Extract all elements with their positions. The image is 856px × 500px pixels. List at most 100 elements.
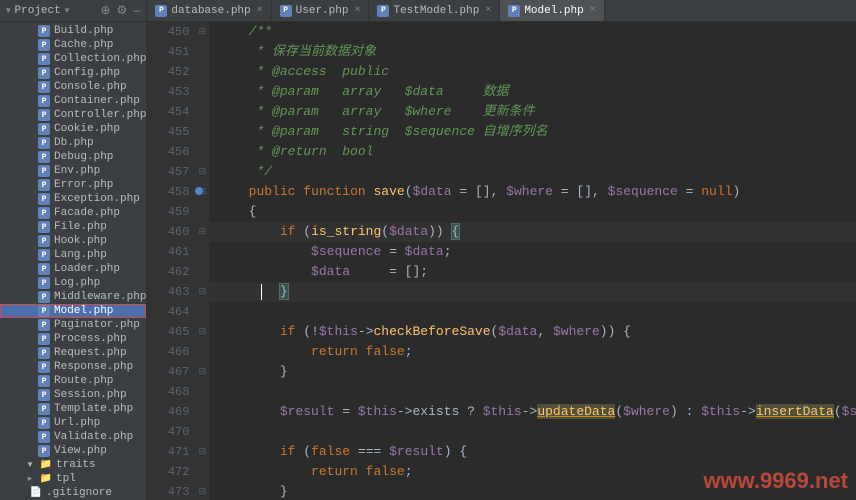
tree-folder-tpl[interactable]: tpl — [0, 472, 146, 486]
tree-item-hook-php[interactable]: Hook.php — [0, 234, 146, 248]
line-number[interactable]: 456 — [147, 142, 189, 162]
line-number[interactable]: 473 — [147, 482, 189, 500]
code-line-455[interactable]: * @param string $sequence 自增序列名 — [209, 122, 856, 142]
tree-folder-traits[interactable]: traits — [0, 458, 146, 472]
locate-icon[interactable]: ⊕ — [100, 3, 110, 18]
tab-close-icon[interactable]: × — [590, 5, 596, 16]
code-line-450[interactable]: /** — [209, 22, 856, 42]
code-line-459[interactable]: { — [209, 202, 856, 222]
tree-item--gitignore[interactable]: .gitignore — [0, 486, 146, 500]
tree-item-file-php[interactable]: File.php — [0, 220, 146, 234]
tree-item-loader-php[interactable]: Loader.php — [0, 262, 146, 276]
line-number[interactable]: 462 — [147, 262, 189, 282]
line-number[interactable]: 469 — [147, 402, 189, 422]
tab-close-icon[interactable]: × — [485, 5, 491, 16]
gear-icon[interactable]: ⚙ — [116, 3, 127, 18]
code-editor[interactable]: 4504514524534544554564574584594604614624… — [147, 22, 856, 500]
tree-item-facade-php[interactable]: Facade.php — [0, 206, 146, 220]
tree-item-build-php[interactable]: Build.php — [0, 24, 146, 38]
code-line-457[interactable]: */ — [209, 162, 856, 182]
fold-toggle[interactable]: ⊟ — [195, 162, 209, 182]
tree-item-db-php[interactable]: Db.php — [0, 136, 146, 150]
tree-item-url-php[interactable]: Url.php — [0, 416, 146, 430]
fold-toggle[interactable]: ⊟ — [195, 442, 209, 462]
line-number[interactable]: 467 — [147, 362, 189, 382]
tree-item-controller-php[interactable]: Controller.php — [0, 108, 146, 122]
line-number[interactable]: 451 — [147, 42, 189, 62]
code-line-464[interactable] — [209, 302, 856, 322]
code-line-465[interactable]: if (!$this->checkBeforeSave($data, $wher… — [209, 322, 856, 342]
line-number[interactable]: 466 — [147, 342, 189, 362]
code-line-470[interactable] — [209, 422, 856, 442]
fold-toggle[interactable]: ⊟ — [195, 282, 209, 302]
code-line-458[interactable]: public function save($data = [], $where … — [209, 182, 856, 202]
line-number[interactable]: 458 — [147, 182, 189, 202]
tree-item-cookie-php[interactable]: Cookie.php — [0, 122, 146, 136]
line-number[interactable]: 461 — [147, 242, 189, 262]
collapse-icon[interactable]: — — [133, 4, 140, 18]
project-dropdown-icon[interactable]: ▾ — [6, 6, 11, 16]
tab-user-php[interactable]: User.php× — [272, 0, 370, 21]
tree-item-cache-php[interactable]: Cache.php — [0, 38, 146, 52]
code-line-461[interactable]: $sequence = $data; — [209, 242, 856, 262]
tree-item-error-php[interactable]: Error.php — [0, 178, 146, 192]
line-number[interactable]: 457 — [147, 162, 189, 182]
fold-toggle[interactable]: ⊟ — [195, 322, 209, 342]
code-line-463[interactable]: } — [209, 282, 856, 302]
tree-item-middleware-php[interactable]: Middleware.php — [0, 290, 146, 304]
tree-item-request-php[interactable]: Request.php — [0, 346, 146, 360]
project-tree[interactable]: Build.phpCache.phpCollection.phpConfig.p… — [0, 22, 146, 500]
tree-item-config-php[interactable]: Config.php — [0, 66, 146, 80]
code-line-466[interactable]: return false; — [209, 342, 856, 362]
tree-item-debug-php[interactable]: Debug.php — [0, 150, 146, 164]
tree-item-log-php[interactable]: Log.php — [0, 276, 146, 290]
tree-item-view-php[interactable]: View.php — [0, 444, 146, 458]
fold-column[interactable]: ⊟⊟⊟⊟⊟⊟⊟⊟⊟ — [195, 22, 209, 500]
code-line-454[interactable]: * @param array $where 更新条件 — [209, 102, 856, 122]
line-number[interactable]: 455 — [147, 122, 189, 142]
tab-testmodel-php[interactable]: TestModel.php× — [369, 0, 500, 21]
tree-item-container-php[interactable]: Container.php — [0, 94, 146, 108]
line-number[interactable]: 454 — [147, 102, 189, 122]
tab-close-icon[interactable]: × — [257, 5, 263, 16]
code-line-473[interactable]: } — [209, 482, 856, 500]
tab-model-php[interactable]: Model.php× — [500, 0, 604, 21]
tree-item-process-php[interactable]: Process.php — [0, 332, 146, 346]
line-number[interactable]: 468 — [147, 382, 189, 402]
code-line-451[interactable]: * 保存当前数据对象 — [209, 42, 856, 62]
tree-item-exception-php[interactable]: Exception.php — [0, 192, 146, 206]
line-number[interactable]: 470 — [147, 422, 189, 442]
line-number[interactable]: 464 — [147, 302, 189, 322]
tree-item-validate-php[interactable]: Validate.php — [0, 430, 146, 444]
code-line-471[interactable]: if (false === $result) { — [209, 442, 856, 462]
tree-item-lang-php[interactable]: Lang.php — [0, 248, 146, 262]
tree-item-env-php[interactable]: Env.php — [0, 164, 146, 178]
code-line-452[interactable]: * @access public — [209, 62, 856, 82]
code-content[interactable]: /** * 保存当前数据对象 * @access public * @param… — [209, 22, 856, 500]
tab-close-icon[interactable]: × — [354, 5, 360, 16]
code-line-469[interactable]: $result = $this->exists ? $this->updateD… — [209, 402, 856, 422]
code-line-468[interactable] — [209, 382, 856, 402]
line-number[interactable]: 453 — [147, 82, 189, 102]
code-line-456[interactable]: * @return bool — [209, 142, 856, 162]
line-number[interactable]: 471 — [147, 442, 189, 462]
fold-toggle[interactable]: ⊟ — [195, 222, 209, 242]
line-gutter[interactable]: 4504514524534544554564574584594604614624… — [147, 22, 195, 500]
code-line-453[interactable]: * @param array $data 数据 — [209, 82, 856, 102]
code-line-460[interactable]: if (is_string($data)) { — [209, 222, 856, 242]
fold-toggle[interactable]: ⊟ — [195, 22, 209, 42]
tree-item-console-php[interactable]: Console.php — [0, 80, 146, 94]
line-number[interactable]: 452 — [147, 62, 189, 82]
code-line-462[interactable]: $data = []; — [209, 262, 856, 282]
project-scope-dropdown-icon[interactable]: ▾ — [65, 6, 70, 16]
line-number[interactable]: 460 — [147, 222, 189, 242]
line-number[interactable]: 472 — [147, 462, 189, 482]
fold-toggle[interactable]: ⊟ — [195, 362, 209, 382]
tree-item-route-php[interactable]: Route.php — [0, 374, 146, 388]
code-line-467[interactable]: } — [209, 362, 856, 382]
tree-item-paginator-php[interactable]: Paginator.php — [0, 318, 146, 332]
line-number[interactable]: 463 — [147, 282, 189, 302]
line-number[interactable]: 465 — [147, 322, 189, 342]
line-number[interactable]: 459 — [147, 202, 189, 222]
tree-item-collection-php[interactable]: Collection.php — [0, 52, 146, 66]
